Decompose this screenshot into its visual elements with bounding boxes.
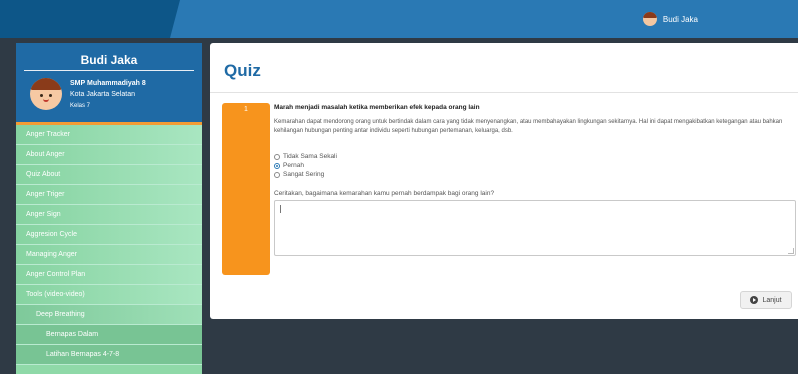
play-circle-icon [750, 296, 759, 304]
brand-area [0, 0, 180, 38]
sidebar-item-label: About Anger [26, 151, 65, 158]
profile-city: Kota Jakarta Selatan [70, 91, 135, 98]
sidebar-menu: Anger Tracker About Anger Quiz About Ang… [16, 125, 202, 365]
sidebar-item-label: Managing Anger [26, 251, 77, 258]
sidebar-item-bernapas-dalam[interactable]: Bernapas Dalam [16, 325, 202, 345]
sidebar-item-label: Anger Sign [26, 211, 61, 218]
answer-options: Tidak Sama Sekali Pernah Sangat Sering [274, 152, 798, 179]
top-bar: Budi Jaka [0, 0, 798, 38]
sidebar-item-anger-triger[interactable]: Anger Triger [16, 185, 202, 205]
sidebar: Budi Jaka SMP Muhammadiyah 8 Kota Jakart… [16, 43, 202, 374]
sidebar-item-about-anger[interactable]: About Anger [16, 145, 202, 165]
sidebar-item-aggresion-cycle[interactable]: Aggresion Cycle [16, 225, 202, 245]
quiz-panel: Quiz 1 Marah menjadi masalah ketika memb… [210, 43, 798, 319]
profile-grade: Kelas 7 [70, 103, 91, 109]
option-sangat-sering[interactable]: Sangat Sering [274, 170, 798, 179]
profile-name: Budi Jaka [80, 53, 138, 67]
sidebar-item-quiz-about[interactable]: Quiz About [16, 165, 202, 185]
sidebar-item-label: Latihan Bernapas 4-7-8 [46, 351, 120, 358]
sidebar-item-tools[interactable]: Tools (video-video) [16, 285, 202, 305]
radio-button[interactable] [274, 153, 280, 160]
user-menu[interactable]: Budi Jaka [642, 12, 698, 26]
title-divider [210, 92, 798, 93]
profile-school: SMP Muhammadiyah 8 [70, 80, 146, 87]
radio-button[interactable] [274, 171, 280, 178]
next-button[interactable]: Lanjut [740, 291, 792, 309]
resize-handle[interactable] [788, 248, 794, 254]
sidebar-item-deep-breathing[interactable]: Deep Breathing [16, 305, 202, 325]
question-title: Marah menjadi masalah ketika memberikan … [274, 104, 480, 111]
sidebar-item-label: Anger Triger [26, 191, 65, 198]
sidebar-item-label: Quiz About [26, 171, 61, 178]
answer-textarea[interactable] [274, 200, 796, 256]
avatar [30, 78, 62, 110]
answer-prompt: Ceritakan, bagaimana kemarahan kamu pern… [274, 190, 495, 197]
sidebar-item-label: Bernapas Dalam [46, 331, 99, 338]
sidebar-item-label: Tools (video-video) [26, 291, 85, 298]
page-title: Quiz [224, 61, 261, 80]
user-name: Budi Jaka [662, 14, 698, 24]
user-avatar-icon [642, 12, 657, 26]
text-caret [280, 205, 281, 213]
next-button-label: Lanjut [762, 296, 782, 304]
sidebar-item-label: Aggresion Cycle [26, 231, 77, 238]
option-label: Tidak Sama Sekali [283, 153, 337, 160]
option-label: Pernah [283, 162, 304, 169]
sidebar-item-anger-control-plan[interactable]: Anger Control Plan [16, 265, 202, 285]
option-tidak-sama-sekali[interactable]: Tidak Sama Sekali [274, 152, 798, 161]
sidebar-item-label: Anger Tracker [26, 131, 70, 138]
radio-button[interactable] [274, 162, 280, 169]
question-description: Kemarahan dapat mendorong orang untuk be… [274, 119, 783, 134]
question-body: Marah menjadi masalah ketika memberikan … [274, 104, 798, 256]
profile-divider [24, 70, 194, 71]
option-label: Sangat Sering [283, 171, 325, 178]
sidebar-item-label: Deep Breathing [36, 311, 85, 318]
sidebar-item-managing-anger[interactable]: Managing Anger [16, 245, 202, 265]
option-pernah[interactable]: Pernah [274, 161, 798, 170]
sidebar-item-label: Anger Control Plan [26, 271, 86, 278]
profile-card: Budi Jaka SMP Muhammadiyah 8 Kota Jakart… [16, 43, 202, 125]
question-number: 1 [222, 103, 270, 275]
sidebar-item-latihan-bernapas[interactable]: Latihan Bernapas 4-7-8 [16, 345, 202, 365]
sidebar-item-anger-sign[interactable]: Anger Sign [16, 205, 202, 225]
sidebar-item-anger-tracker[interactable]: Anger Tracker [16, 125, 202, 145]
